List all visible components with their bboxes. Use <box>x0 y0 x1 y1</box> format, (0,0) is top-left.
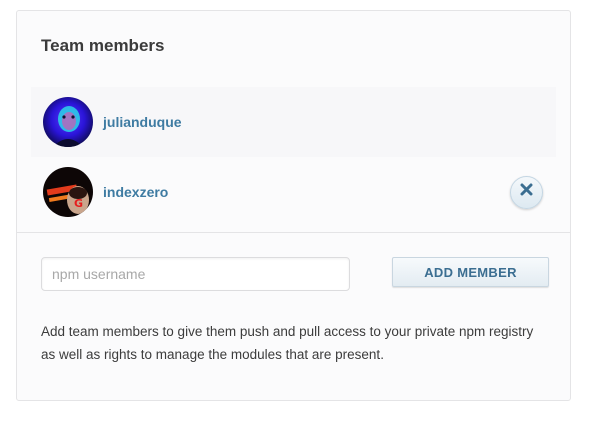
member-username-link[interactable]: indexzero <box>103 184 168 200</box>
member-list: julianduque G indexzero <box>31 87 556 227</box>
add-member-button[interactable]: ADD MEMBER <box>392 257 549 287</box>
divider <box>17 232 570 233</box>
member-username-link[interactable]: julianduque <box>103 114 182 130</box>
team-members-panel: Team members julianduque G indexzero npm… <box>16 10 571 401</box>
panel-title: Team members <box>41 36 165 55</box>
svg-text:G: G <box>74 197 83 210</box>
avatar[interactable] <box>43 97 93 147</box>
member-row: G indexzero <box>31 157 556 227</box>
avatar[interactable]: G <box>43 167 93 217</box>
remove-member-button[interactable] <box>510 175 543 209</box>
help-text: Add team members to give them push and p… <box>41 324 534 362</box>
member-row: julianduque <box>31 87 556 157</box>
close-icon <box>520 183 533 201</box>
username-input[interactable] <box>41 257 350 291</box>
